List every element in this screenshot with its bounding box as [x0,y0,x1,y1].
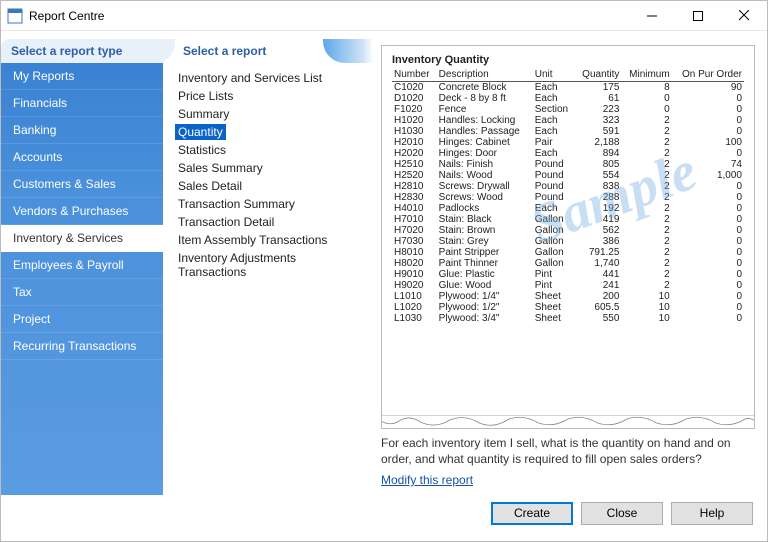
sidebar-item[interactable]: Project [1,306,163,333]
table-row: H1020Handles: LockingEach32320 [392,115,744,126]
table-row: H2020Hinges: DoorEach89420 [392,148,744,159]
sidebar-item[interactable]: My Reports [1,63,163,90]
table-row: H7010Stain: BlackGallon41920 [392,214,744,225]
table-row: L1020Plywood: 1/2"Sheet605.5100 [392,302,744,313]
report-list: Inventory and Services List Price Lists Su… [163,63,373,495]
table-row: H1030Handles: PassageEach59120 [392,126,744,137]
report-description: For each inventory item I sell, what is … [381,435,755,467]
report-preview: Inventory Quantity NumberDescriptionUnit… [381,45,755,429]
report-item[interactable]: Inventory Adjustments Transactions [175,250,369,280]
help-button[interactable]: Help [671,502,753,525]
table-row: H7030Stain: GreyGallon38620 [392,236,744,247]
column-header: Unit [533,68,575,82]
sidebar-item[interactable]: Accounts [1,144,163,171]
button-bar: Create Close Help [1,495,761,535]
sidebar-item[interactable]: Employees & Payroll [1,252,163,279]
sidebar-item[interactable]: Tax [1,279,163,306]
column-header: Quantity [575,68,622,82]
report-item[interactable]: Item Assembly Transactions [175,232,330,248]
report-item[interactable]: Sales Summary [175,160,266,176]
table-row: H2510Nails: FinishPound805274 [392,159,744,170]
maximize-button[interactable] [675,1,721,30]
preview-table: NumberDescriptionUnitQuantityMinimumOn P… [392,68,744,324]
sidebar-item[interactable]: Banking [1,117,163,144]
table-row: H8020Paint ThinnerGallon1,74020 [392,258,744,269]
close-window-button[interactable] [721,1,767,30]
sidebar-item[interactable]: Inventory & Services [1,225,163,252]
table-row: H9020Glue: WoodPint24120 [392,280,744,291]
report-item[interactable]: Statistics [175,142,229,158]
table-row: H9010Glue: PlasticPint44120 [392,269,744,280]
sidebar-item[interactable]: Financials [1,90,163,117]
column-header: Number [392,68,437,82]
tab-select-report: Select a report [163,39,373,63]
column-header: Minimum [621,68,671,82]
table-row: H2830Screws: WoodPound28820 [392,192,744,203]
report-item[interactable]: Transaction Summary [175,196,298,212]
table-row: H2810Screws: DrywallPound83820 [392,181,744,192]
table-row: C1020Concrete BlockEach175890 [392,82,744,94]
table-row: D1020Deck - 8 by 8 ftEach6100 [392,93,744,104]
modify-report-link[interactable]: Modify this report [381,467,755,489]
sidebar-item[interactable]: Recurring Transactions [1,333,163,360]
report-item[interactable]: Sales Detail [175,178,245,194]
report-item[interactable]: Quantity [175,124,226,140]
table-row: H7020Stain: BrownGallon56220 [392,225,744,236]
table-row: H2520Nails: WoodPound55421,000 [392,170,744,181]
report-item[interactable]: Transaction Detail [175,214,277,230]
titlebar: Report Centre [1,1,767,31]
window-title: Report Centre [29,9,629,23]
sidebar-item[interactable]: Vendors & Purchases [1,198,163,225]
table-row: F1020FenceSection22300 [392,104,744,115]
preview-title: Inventory Quantity [392,54,744,66]
column-header: On Pur Order [672,68,744,82]
column-header: Description [437,68,533,82]
table-row: L1030Plywood: 3/4"Sheet550100 [392,313,744,324]
minimize-button[interactable] [629,1,675,30]
table-row: H4010PadlocksEach19220 [392,203,744,214]
table-row: H2010Hinges: CabinetPair2,1882100 [392,137,744,148]
report-centre-window: Report Centre Select a report type My Re… [0,0,768,542]
report-type-sidebar: My ReportsFinancialsBankingAccountsCusto… [1,63,163,495]
table-row: H8010Paint StripperGallon791.2520 [392,247,744,258]
sidebar-item[interactable]: Customers & Sales [1,171,163,198]
torn-edge [381,415,755,429]
table-row: L1010Plywood: 1/4"Sheet200100 [392,291,744,302]
close-button[interactable]: Close [581,502,663,525]
tab-select-report-type: Select a report type [1,39,163,63]
report-item[interactable]: Inventory and Services List [175,70,325,86]
report-item[interactable]: Price Lists [175,88,236,104]
create-button[interactable]: Create [491,502,573,525]
app-icon [7,8,23,24]
report-item[interactable]: Summary [175,106,232,122]
